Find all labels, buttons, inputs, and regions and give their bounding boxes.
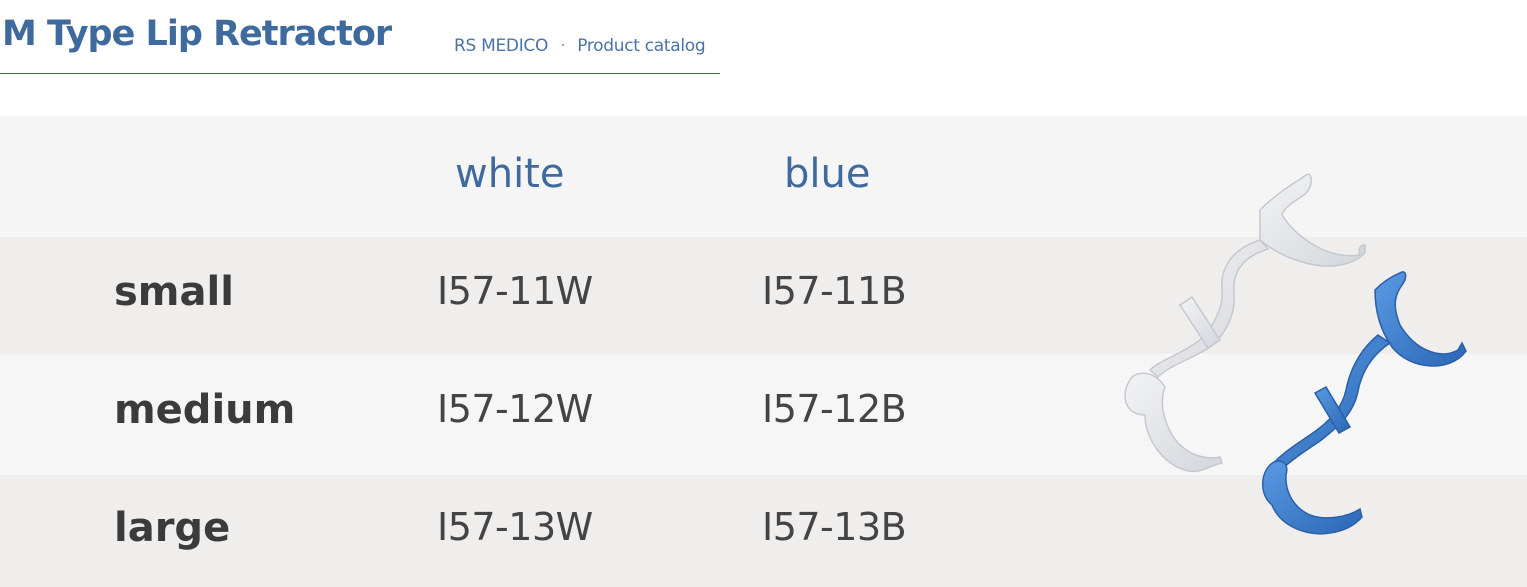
size-label: medium (114, 387, 296, 433)
product-code-blue: I57-13B (762, 505, 907, 549)
page-title: M Type Lip Retractor (2, 14, 392, 54)
catalog-page: M Type Lip Retractor RS MEDICO · Product c… (0, 0, 1527, 587)
size-label: small (114, 269, 234, 315)
product-code-white: I57-11W (437, 269, 593, 313)
lip-retractor-image (1124, 173, 1467, 535)
column-header-blue: blue (784, 151, 871, 197)
product-code-white: I57-12W (437, 387, 593, 431)
catalog-subtitle: RS MEDICO · Product catalog (454, 36, 706, 56)
blue-retractor (1262, 271, 1467, 535)
brand-name: RS MEDICO (454, 36, 549, 56)
product-code-blue: I57-12B (762, 387, 907, 431)
page-header: M Type Lip Retractor RS MEDICO · Product c… (0, 0, 720, 74)
column-header-white: white (455, 151, 565, 197)
catalog-label: Product catalog (577, 36, 706, 56)
product-code-white: I57-13W (437, 505, 593, 549)
subtitle-separator: · (560, 36, 566, 56)
size-label: large (114, 505, 231, 551)
product-code-blue: I57-11B (762, 269, 907, 313)
